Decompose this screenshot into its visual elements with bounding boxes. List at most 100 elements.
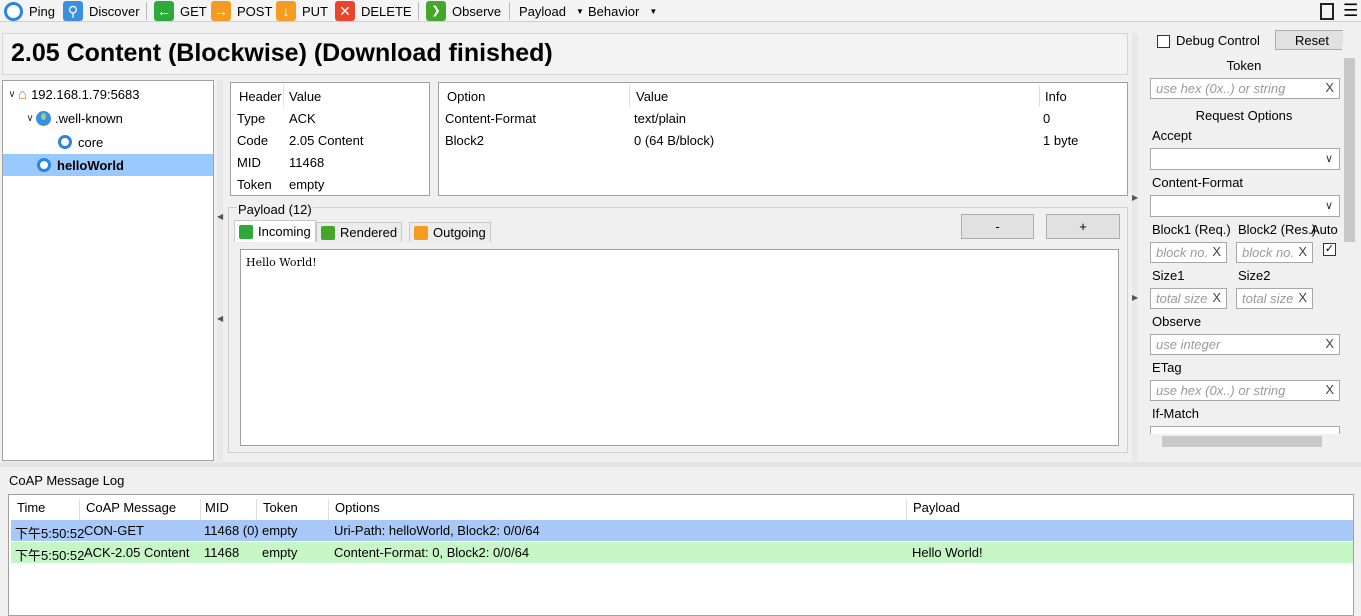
- arrow-right-icon: ▶: [1132, 293, 1139, 302]
- resource-icon: [58, 135, 72, 149]
- tree-item-helloworld[interactable]: helloWorld: [3, 154, 213, 176]
- bottom-splitter[interactable]: [0, 462, 1361, 467]
- caret-down-icon: ▼: [649, 6, 658, 16]
- accept-select[interactable]: ∨: [1150, 148, 1340, 170]
- debug-control-checkbox[interactable]: [1157, 35, 1170, 48]
- response-title-bar: 2.05 Content (Blockwise) (Download finis…: [2, 33, 1128, 75]
- options-horizontal-scrollbar[interactable]: [1148, 434, 1340, 449]
- payload-menu-label: Payload: [519, 3, 566, 19]
- clear-icon[interactable]: X: [1325, 336, 1334, 351]
- scrollbar-thumb[interactable]: [1162, 436, 1322, 447]
- behavior-menu[interactable]: Behavior ▼: [588, 0, 657, 22]
- arrow-left-icon: ◀: [217, 314, 224, 323]
- header-value: empty: [289, 177, 325, 192]
- tree-item-label: .well-known: [55, 110, 123, 126]
- tree-item-label: core: [78, 134, 104, 150]
- delete-button[interactable]: ✕ DELETE: [335, 0, 412, 22]
- block1-input[interactable]: block no. X: [1150, 242, 1227, 263]
- post-button[interactable]: → POST: [211, 0, 272, 22]
- block2-input[interactable]: block no. X: [1236, 242, 1313, 263]
- discover-button[interactable]: ⚲ Discover: [63, 0, 140, 22]
- header-value: 2.05 Content: [289, 133, 364, 148]
- tree-item-core[interactable]: core: [3, 131, 213, 153]
- column-divider: [79, 499, 80, 521]
- put-button[interactable]: ↓ PUT: [276, 0, 328, 22]
- toolbar: Ping ⚲ Discover ← GET → POST ↓ PUT ✕ DEL…: [0, 0, 1361, 22]
- left-splitter[interactable]: ◀ ◀: [217, 80, 223, 461]
- tab-rendered[interactable]: Rendered: [316, 222, 403, 242]
- tab-outgoing[interactable]: Outgoing: [409, 222, 491, 242]
- size1-label: Size1: [1152, 268, 1185, 283]
- caret-down-icon: ▼: [575, 6, 584, 16]
- clear-icon[interactable]: X: [1298, 244, 1307, 259]
- column-header-info: Info: [1045, 89, 1067, 104]
- tab-incoming[interactable]: Incoming: [234, 220, 316, 242]
- tree-item-well-known[interactable]: ∨ .well-known: [3, 107, 213, 129]
- log-message: ACK-2.05 Content: [84, 545, 190, 560]
- clear-icon[interactable]: X: [1325, 382, 1334, 397]
- resource-icon: [37, 158, 51, 172]
- message-log-table: Time CoAP Message MID Token Options Payl…: [8, 494, 1354, 616]
- clear-icon[interactable]: X: [1212, 244, 1221, 259]
- search-icon: ⚲: [63, 1, 83, 21]
- clipboard-button[interactable]: [1320, 0, 1334, 22]
- arrow-down-icon: ↓: [276, 1, 296, 21]
- column-divider: [200, 499, 201, 521]
- tree-item-label: helloWorld: [57, 157, 124, 173]
- post-label: POST: [237, 3, 273, 19]
- observe-input[interactable]: use integer X: [1150, 334, 1340, 355]
- log-mid: 11468 (0): [204, 523, 259, 538]
- discover-label: Discover: [89, 3, 140, 19]
- token-input[interactable]: use hex (0x..) or string X: [1150, 78, 1340, 99]
- if-match-label: If-Match: [1152, 406, 1199, 421]
- scrollbar-thumb[interactable]: [1344, 58, 1355, 242]
- header-value: 11468: [289, 155, 325, 170]
- etag-label: ETag: [1152, 360, 1182, 375]
- observe-button[interactable]: ❯ Observe: [426, 0, 501, 22]
- get-button[interactable]: ← GET: [154, 0, 207, 22]
- ping-icon: [4, 1, 23, 21]
- increase-button[interactable]: +: [1046, 214, 1120, 239]
- payload-text-area[interactable]: Hello World!: [240, 249, 1119, 446]
- decrease-button[interactable]: -: [961, 214, 1034, 239]
- ping-button[interactable]: Ping: [4, 0, 55, 22]
- log-row[interactable]: 下午5:50:52 CON-GET 11468 (0) empty Uri-Pa…: [11, 520, 1353, 541]
- column-header-header: Header: [239, 89, 282, 104]
- log-row[interactable]: 下午5:50:52 ACK-2.05 Content 11468 empty C…: [11, 542, 1353, 563]
- column-divider: [328, 499, 329, 521]
- behavior-menu-label: Behavior: [588, 3, 640, 19]
- delete-label: DELETE: [361, 3, 412, 19]
- column-divider: [629, 85, 630, 107]
- rss-icon: ❯: [426, 1, 446, 21]
- content-format-select[interactable]: ∨: [1150, 195, 1340, 217]
- log-options: Content-Format: 0, Block2: 0/0/64: [334, 545, 530, 560]
- block1-label: Block1 (Req.): [1152, 222, 1231, 237]
- etag-input[interactable]: use hex (0x..) or string X: [1150, 380, 1340, 401]
- log-time: 下午5:50:52: [15, 526, 85, 541]
- menu-button[interactable]: ☰: [1343, 0, 1358, 22]
- resource-tree: ∨ ⌂ 192.168.1.79:5683 ∨ .well-known core…: [2, 80, 214, 461]
- option-table: Option Value Info Content-Format text/pl…: [438, 82, 1128, 196]
- auto-checkbox[interactable]: ✓: [1323, 243, 1336, 256]
- clear-icon[interactable]: X: [1325, 80, 1334, 95]
- clear-icon[interactable]: X: [1298, 290, 1307, 305]
- column-header-time: Time: [17, 500, 46, 515]
- options-vertical-scrollbar[interactable]: [1342, 44, 1357, 432]
- size2-input[interactable]: total size X: [1236, 288, 1313, 309]
- chevron-down-icon: ∨: [1324, 200, 1333, 212]
- toolbar-separator: [509, 2, 510, 20]
- option-info: 1 byte: [1043, 133, 1079, 148]
- log-token: empty: [262, 545, 298, 560]
- option-info: 0: [1043, 111, 1051, 126]
- size1-input[interactable]: total size X: [1150, 288, 1227, 309]
- chevron-down-icon: ∨: [26, 112, 34, 124]
- tree-item-host[interactable]: ∨ ⌂ 192.168.1.79:5683: [3, 83, 213, 105]
- right-splitter[interactable]: ▶ ▶: [1132, 33, 1138, 461]
- chevron-down-icon: ∨: [1324, 153, 1333, 165]
- column-header-option: Option: [447, 89, 486, 104]
- reset-button[interactable]: Reset: [1275, 30, 1343, 50]
- clear-icon[interactable]: X: [1212, 290, 1221, 305]
- option-value: text/plain: [634, 111, 687, 126]
- token-placeholder: use hex (0x..) or string: [1156, 81, 1286, 96]
- payload-menu[interactable]: Payload ▼: [519, 0, 584, 22]
